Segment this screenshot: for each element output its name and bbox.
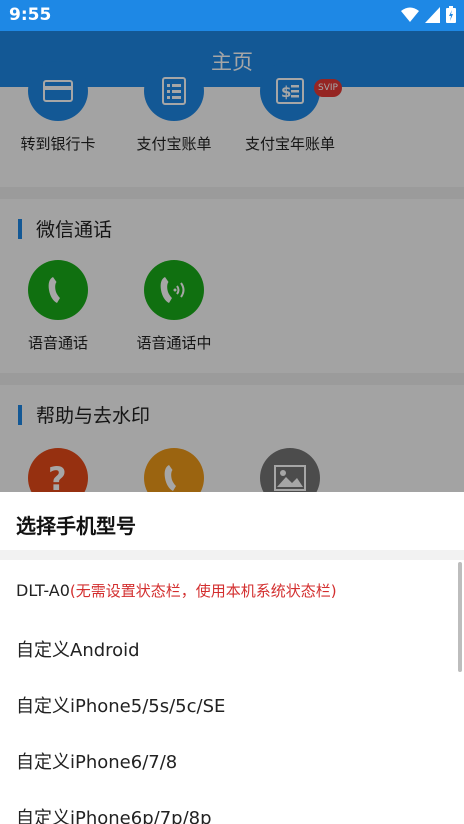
option-note: (无需设置状态栏，使用本机系统状态栏) <box>69 582 337 600</box>
option-label: 自定义iPhone5/5s/5c/SE <box>16 696 226 717</box>
option-label: DLT-A0 <box>16 581 70 600</box>
option-label: 自定义Android <box>16 640 140 661</box>
option-custom-iphone6p[interactable]: 自定义iPhone6p/7p/8p <box>16 804 212 824</box>
wifi-icon <box>401 7 419 22</box>
signal-icon <box>425 6 440 23</box>
option-label: 自定义iPhone6p/7p/8p <box>16 808 212 824</box>
option-custom-iphone5[interactable]: 自定义iPhone5/5s/5c/SE <box>16 692 225 718</box>
option-dlt-a0[interactable]: DLT-A0(无需设置状态栏，使用本机系统状态栏) <box>16 580 337 601</box>
sheet-scrollbar[interactable] <box>458 562 462 672</box>
option-custom-android[interactable]: 自定义Android <box>16 636 140 662</box>
sheet-title: 选择手机型号 <box>16 514 136 538</box>
status-bar: 9:55 <box>0 0 464 31</box>
sheet-divider <box>0 550 464 560</box>
option-label: 自定义iPhone6/7/8 <box>16 752 178 773</box>
status-icons <box>401 6 456 23</box>
battery-icon <box>446 6 456 23</box>
option-custom-iphone6[interactable]: 自定义iPhone6/7/8 <box>16 748 177 774</box>
status-time: 9:55 <box>9 5 52 25</box>
